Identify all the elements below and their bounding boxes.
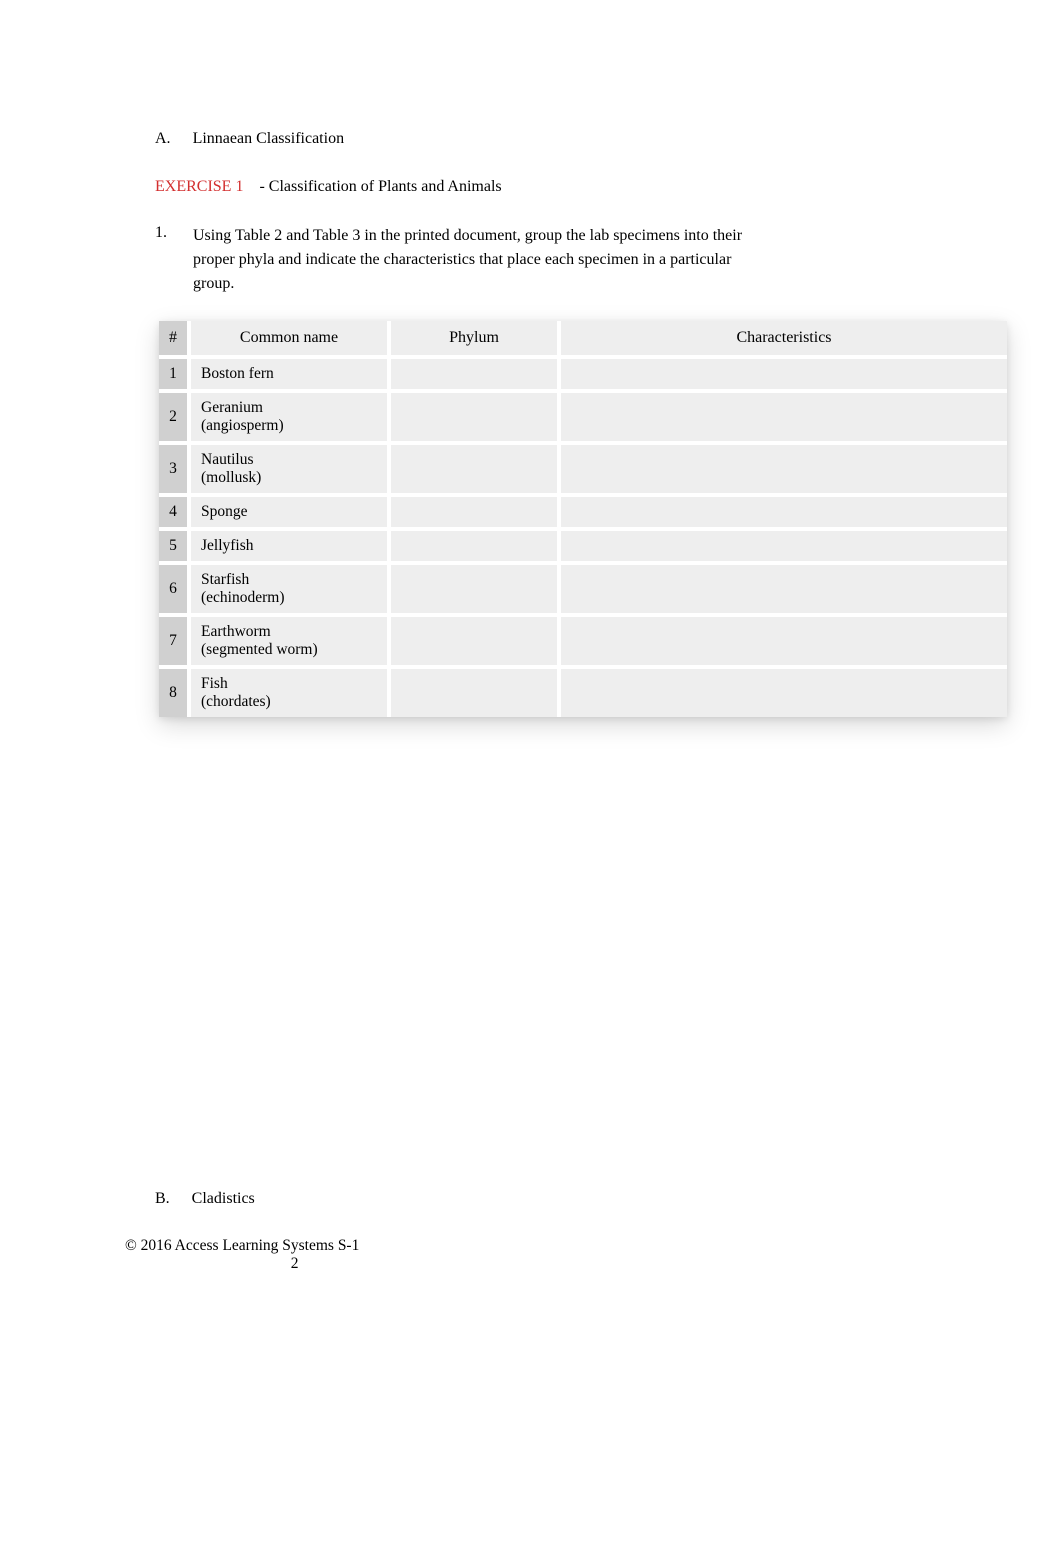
row-characteristics[interactable] — [559, 615, 1007, 667]
exercise-title: Classification of Plants and Animals — [269, 178, 502, 195]
row-common-name: Sponge — [189, 495, 389, 529]
table-row: 5 Jellyfish — [159, 529, 1007, 563]
row-characteristics[interactable] — [559, 443, 1007, 495]
table-header-row: # Common name Phylum Characteristics — [159, 321, 1007, 357]
table-row: 4 Sponge — [159, 495, 1007, 529]
header-phylum: Phylum — [389, 321, 559, 357]
row-phylum[interactable] — [389, 443, 559, 495]
row-common-name: Nautilus(mollusk) — [189, 443, 389, 495]
row-phylum[interactable] — [389, 563, 559, 615]
row-phylum[interactable] — [389, 391, 559, 443]
row-number: 3 — [159, 443, 189, 495]
row-number: 8 — [159, 667, 189, 717]
row-common-name: Starfish(echinoderm) — [189, 563, 389, 615]
exercise-line: EXERCISE 1 - Classification of Plants an… — [145, 178, 917, 196]
question-text: Using Table 2 and Table 3 in the printed… — [193, 224, 753, 296]
row-common-name: Jellyfish — [189, 529, 389, 563]
row-number: 7 — [159, 615, 189, 667]
section-a-header: A. Linnaean Classification — [145, 130, 917, 148]
row-common-name: Geranium(angiosperm) — [189, 391, 389, 443]
row-characteristics[interactable] — [559, 357, 1007, 391]
row-number: 6 — [159, 563, 189, 615]
section-a-letter: A. — [155, 130, 171, 148]
row-characteristics[interactable] — [559, 529, 1007, 563]
row-characteristics[interactable] — [559, 495, 1007, 529]
row-phylum[interactable] — [389, 495, 559, 529]
row-common-name: Earthworm(segmented worm) — [189, 615, 389, 667]
table-row: 3 Nautilus(mollusk) — [159, 443, 1007, 495]
table-row: 7 Earthworm(segmented worm) — [159, 615, 1007, 667]
section-b-letter: B. — [155, 1190, 170, 1208]
row-number: 5 — [159, 529, 189, 563]
table-row: 1 Boston fern — [159, 357, 1007, 391]
classification-table: # Common name Phylum Characteristics 1 B… — [159, 321, 1007, 717]
row-common-name: Boston fern — [189, 357, 389, 391]
table-row: 8 Fish(chordates) — [159, 667, 1007, 717]
section-b-header: B. Cladistics — [155, 1190, 255, 1208]
exercise-label: EXERCISE 1 — [155, 178, 243, 195]
row-number: 1 — [159, 357, 189, 391]
row-common-name: Fish(chordates) — [189, 667, 389, 717]
row-number: 4 — [159, 495, 189, 529]
table-body: 1 Boston fern 2 Geranium(angiosperm) 3 N… — [159, 357, 1007, 717]
header-number: # — [159, 321, 189, 357]
footer-page-number: 2 — [230, 1255, 359, 1273]
row-phylum[interactable] — [389, 667, 559, 717]
classification-table-container: # Common name Phylum Characteristics 1 B… — [159, 321, 1007, 717]
page-footer: © 2016 Access Learning Systems S-1 2 — [125, 1237, 359, 1273]
table-row: 6 Starfish(echinoderm) — [159, 563, 1007, 615]
row-phylum[interactable] — [389, 615, 559, 667]
row-number: 2 — [159, 391, 189, 443]
row-characteristics[interactable] — [559, 563, 1007, 615]
row-phylum[interactable] — [389, 357, 559, 391]
table-row: 2 Geranium(angiosperm) — [159, 391, 1007, 443]
header-common-name: Common name — [189, 321, 389, 357]
exercise-dash: - — [259, 178, 264, 195]
row-phylum[interactable] — [389, 529, 559, 563]
question-number: 1. — [155, 224, 167, 296]
section-a-title: Linnaean Classification — [193, 130, 345, 147]
row-characteristics[interactable] — [559, 667, 1007, 717]
footer-copyright: © 2016 Access Learning Systems S-1 — [125, 1237, 359, 1254]
question-block: 1. Using Table 2 and Table 3 in the prin… — [145, 224, 917, 296]
header-characteristics: Characteristics — [559, 321, 1007, 357]
row-characteristics[interactable] — [559, 391, 1007, 443]
section-b-title: Cladistics — [192, 1190, 255, 1207]
